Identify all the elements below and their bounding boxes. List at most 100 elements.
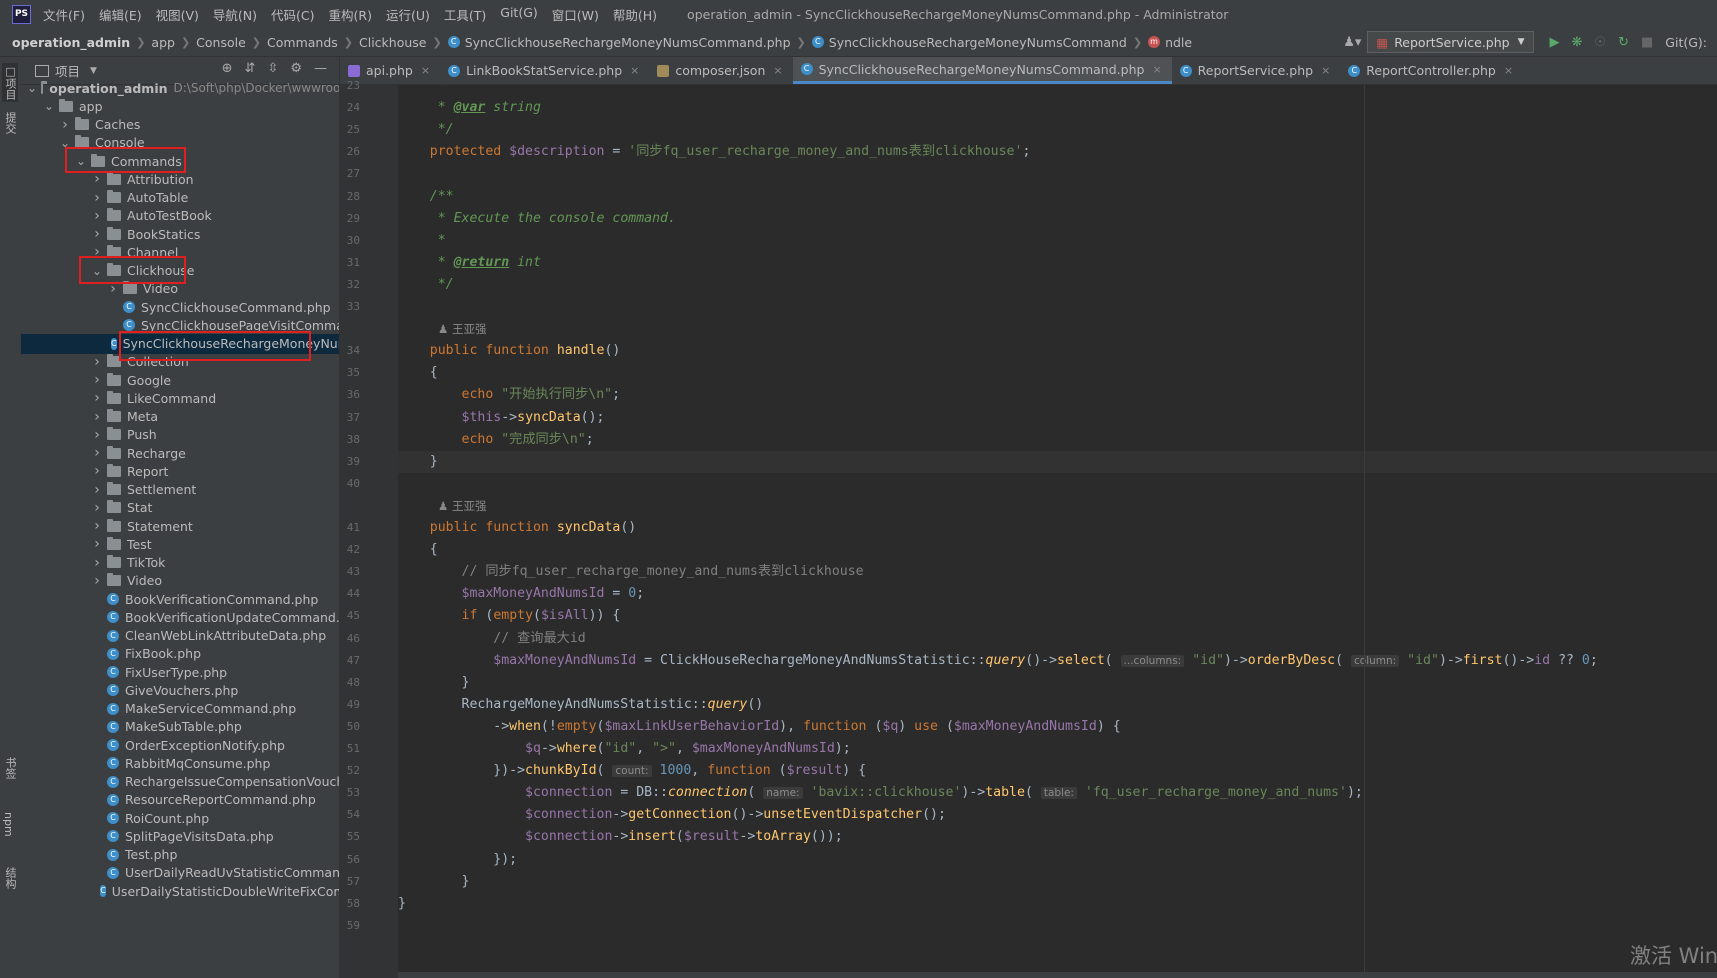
expand-all-icon[interactable]: ⇵ — [245, 61, 256, 76]
tree-file-item[interactable]: C MakeSubTable.php — [21, 717, 339, 737]
close-icon[interactable]: × — [1152, 63, 1161, 76]
php-class-icon: C — [123, 319, 135, 332]
tree-folder-item[interactable]: › Settlement — [21, 480, 339, 500]
breadcrumb-separator-icon: ❯ — [1132, 35, 1143, 49]
breadcrumb-item[interactable]: Clickhouse — [359, 35, 426, 50]
line-number: 54 — [346, 808, 360, 822]
tree-file-item[interactable]: CRechargeIssueCompensationVoucher.php — [21, 772, 339, 792]
tree-folder-item[interactable]: › Stat — [21, 498, 339, 518]
tree-file-item[interactable]: C ResourceReportCommand.php — [21, 790, 339, 810]
structure-tool-tab[interactable]: 结构 — [2, 867, 18, 889]
tree-file-item[interactable]: C MakeServiceCommand.php — [21, 699, 339, 719]
tree-folder-item[interactable]: › Test — [21, 534, 339, 554]
tree-file-item[interactable]: C RoiCount.php — [21, 808, 339, 828]
tree-folder-item[interactable]: › TikTok — [21, 553, 339, 573]
close-icon[interactable]: × — [1321, 64, 1330, 77]
npm-tool-tab[interactable]: npm — [2, 812, 15, 837]
tree-folder-item[interactable]: › Statement — [21, 516, 339, 536]
close-icon[interactable]: × — [1504, 64, 1513, 77]
horizontal-scrollbar[interactable] — [398, 972, 1717, 978]
tree-folder-item[interactable]: › Recharge — [21, 443, 339, 463]
code-editor[interactable]: * The console command description. * * @… — [398, 85, 1717, 978]
tree-folder-item[interactable]: ⌄ app — [21, 96, 339, 116]
project-tool-tab[interactable]: □项目 — [2, 63, 18, 102]
tree-file-item[interactable]: C BookVerificationCommand.php — [21, 589, 339, 609]
tree-file-item[interactable]: CUserDailyStatisticDoubleWriteFixCommand… — [21, 881, 339, 901]
tree-file-item[interactable]: C FixUserType.php — [21, 662, 339, 682]
breadcrumb-item[interactable]: app — [151, 35, 175, 50]
editor-tab[interactable]: composer.json × — [649, 57, 792, 84]
close-icon[interactable]: × — [773, 64, 782, 77]
close-icon[interactable]: × — [421, 64, 430, 77]
stop-icon[interactable]: ■ — [1641, 35, 1653, 50]
run-icon[interactable]: ▶ — [1550, 35, 1560, 50]
close-icon[interactable]: × — [630, 64, 639, 77]
tree-folder-item[interactable]: › Push — [21, 425, 339, 445]
run-configuration-select[interactable]: ▦ ReportService.php ▼ — [1367, 31, 1534, 53]
tree-file-item[interactable]: C OrderExceptionNotify.php — [21, 735, 339, 755]
menu-item-10[interactable]: 帮助(H) — [613, 5, 657, 24]
tree-file-item[interactable]: C RabbitMqConsume.php — [21, 753, 339, 773]
tree-file-item[interactable]: C FixBook.php — [21, 644, 339, 664]
bookmarks-tool-tab[interactable]: 书签 — [2, 757, 18, 779]
tree-folder-item[interactable]: › Caches — [21, 115, 339, 135]
menu-item-7[interactable]: 工具(T) — [444, 5, 486, 24]
code-line: } — [398, 873, 470, 889]
tree-folder-item[interactable]: › LikeCommand — [21, 388, 339, 408]
menu-item-6[interactable]: 运行(U) — [386, 5, 430, 24]
line-number: 51 — [346, 742, 360, 755]
menu-item-0[interactable]: 文件(F) — [43, 5, 85, 24]
line-number: 29 — [346, 211, 360, 225]
line-number: 32 — [346, 277, 360, 291]
menu-item-5[interactable]: 重构(R) — [329, 5, 372, 24]
menu-item-1[interactable]: 编辑(E) — [99, 5, 142, 24]
tree-file-item[interactable]: C SyncClickhouseCommand.php — [21, 297, 339, 317]
folder-icon — [41, 80, 48, 94]
coverage-icon[interactable]: ☉ — [1594, 35, 1606, 50]
tree-folder-item[interactable]: ⌄ operation_admin D:\Soft\php\Docker\wwwro… — [21, 78, 339, 98]
breadcrumb-item[interactable]: C SyncClickhouseRechargeMoneyNumsCommand.… — [447, 35, 791, 50]
editor-tab[interactable]: C LinkBookStatService.php × — [440, 57, 649, 84]
breadcrumb-item[interactable]: C SyncClickhouseRechargeMoneyNumsCommand — [811, 35, 1127, 50]
tree-file-item[interactable]: CUserDailyReadUvStatisticCommand.php — [21, 863, 339, 883]
breadcrumb-item[interactable]: operation_admin — [12, 35, 130, 50]
user-icon[interactable]: ♟▾ — [1343, 35, 1361, 50]
tree-folder-item[interactable]: › Google — [21, 370, 339, 390]
tree-file-item[interactable]: C SplitPageVisitsData.php — [21, 826, 339, 846]
code-line: } — [398, 895, 406, 911]
chevron-down-icon[interactable]: ▼ — [90, 66, 97, 76]
tree-file-item[interactable]: C CleanWebLinkAttributeData.php — [21, 626, 339, 646]
menu-item-3[interactable]: 导航(N) — [213, 5, 257, 24]
commit-tool-tab[interactable]: 提交 — [2, 112, 18, 134]
menu-item-4[interactable]: 代码(C) — [271, 5, 314, 24]
line-number: 56 — [346, 852, 360, 866]
tree-file-item[interactable]: C BookVerificationUpdateCommand.php — [21, 607, 339, 627]
breadcrumb-item[interactable]: Commands — [267, 35, 338, 50]
menu-item-8[interactable]: Git(G) — [500, 5, 538, 24]
tree-file-item[interactable]: C GiveVouchers.php — [21, 680, 339, 700]
gear-icon[interactable]: ⚙ — [290, 61, 302, 76]
tree-folder-item[interactable]: › BookStatics — [21, 224, 339, 244]
locate-icon[interactable]: ⊕ — [222, 61, 233, 76]
tree-folder-item[interactable]: › Report — [21, 461, 339, 481]
tree-folder-item[interactable]: › AutoTable — [21, 188, 339, 208]
hide-icon[interactable]: — — [314, 61, 327, 76]
collapse-all-icon[interactable]: ⇳ — [267, 61, 278, 76]
debug-icon[interactable]: ❋ — [1572, 35, 1583, 50]
editor-tab[interactable]: C SyncClickhouseRechargeMoneyNumsCommand.… — [792, 57, 1172, 84]
tree-folder-item[interactable]: › Video — [21, 571, 339, 591]
breadcrumb-method[interactable]: m ndle — [1148, 35, 1192, 50]
editor-tab[interactable]: C ReportService.php × — [1172, 57, 1341, 84]
profile-icon[interactable]: ↻ — [1618, 35, 1629, 50]
author-inlay-hint[interactable]: ♟ 王亚强 — [438, 495, 486, 517]
breadcrumb-item[interactable]: Console — [196, 35, 246, 50]
tree-folder-item[interactable]: › AutoTestBook — [21, 206, 339, 226]
tree-folder-item[interactable]: › Meta — [21, 407, 339, 427]
chevron-down-icon: ⌄ — [43, 99, 55, 114]
menu-item-2[interactable]: 视图(V) — [156, 5, 199, 24]
project-tree: ⌄ operation_admin D:\Soft\php\Docker\wwwro… — [21, 78, 339, 978]
author-inlay-hint[interactable]: ♟ 王亚强 — [438, 318, 486, 340]
menu-item-9[interactable]: 窗口(W) — [552, 5, 599, 24]
editor-tab[interactable]: C ReportController.php × — [1340, 57, 1523, 84]
tree-file-item[interactable]: C Test.php — [21, 845, 339, 865]
